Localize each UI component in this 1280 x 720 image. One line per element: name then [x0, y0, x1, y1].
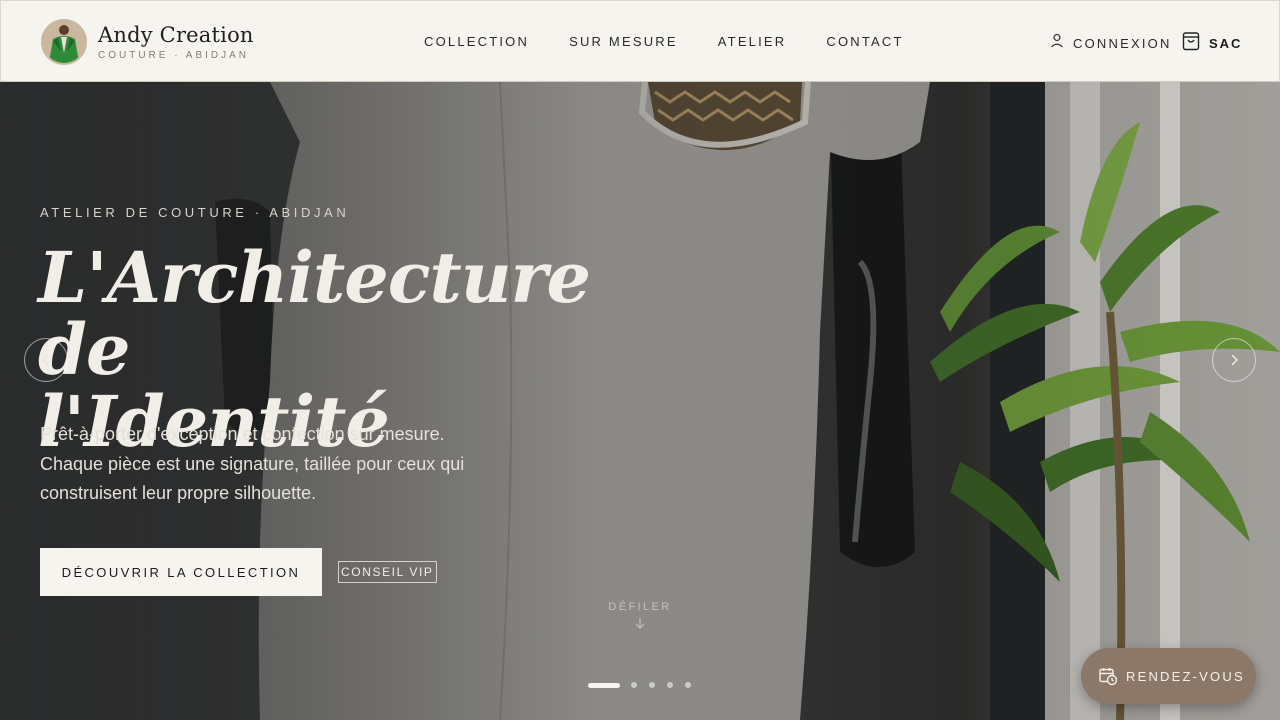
login-label: CONNEXION: [1073, 35, 1172, 51]
brand-logo-link[interactable]: Andy Creation COUTURE · ABIDJAN: [41, 19, 254, 65]
appointment-button[interactable]: RENDEZ-VOUS: [1081, 648, 1256, 704]
carousel-next-button[interactable]: [1212, 338, 1256, 382]
hero-headline-line1: L'Architecture de: [38, 236, 591, 391]
brand-avatar: [41, 19, 87, 65]
main-nav: COLLECTION SUR MESURE ATELIER CONTACT: [424, 34, 904, 49]
hero-subtext: Prêt-à-porter d'exception et confection …: [40, 424, 465, 503]
bag-button[interactable]: SAC: [1182, 31, 1242, 56]
shopping-bag-icon: [1182, 31, 1200, 56]
carousel-dot-3[interactable]: [649, 682, 655, 688]
hero-carousel: ATELIER DE COUTURE · ABIDJAN L'Architect…: [0, 82, 1280, 720]
bag-label: SAC: [1209, 36, 1243, 51]
nav-item-sur-mesure[interactable]: SUR MESURE: [569, 34, 678, 49]
scroll-label: DÉFILER: [608, 601, 672, 613]
login-link[interactable]: CONNEXION: [1050, 33, 1172, 53]
site-header: Andy Creation COUTURE · ABIDJAN COLLECTI…: [0, 0, 1280, 82]
carousel-pagination: [588, 682, 691, 688]
carousel-dot-4[interactable]: [667, 682, 673, 688]
appointment-label: RENDEZ-VOUS: [1126, 668, 1245, 684]
vip-advice-button[interactable]: CONSEIL VIP: [338, 561, 437, 583]
hero-eyebrow: ATELIER DE COUTURE · ABIDJAN: [40, 205, 350, 220]
scroll-hint[interactable]: DÉFILER: [600, 601, 680, 634]
arrow-down-icon: [635, 618, 645, 629]
carousel-dot-5[interactable]: [685, 682, 691, 688]
nav-item-atelier[interactable]: ATELIER: [718, 34, 787, 49]
calendar-clock-icon: [1099, 668, 1118, 686]
nav-item-collection[interactable]: COLLECTION: [424, 34, 529, 49]
discover-collection-button[interactable]: DÉCOUVRIR LA COLLECTION: [40, 548, 322, 596]
brand-name: Andy Creation: [98, 23, 254, 47]
brand-subtitle: COUTURE · ABIDJAN: [98, 50, 250, 61]
chevron-right-icon: [1231, 354, 1238, 366]
carousel-dot-1[interactable]: [588, 682, 620, 688]
carousel-dot-2[interactable]: [631, 682, 637, 688]
user-icon: [1050, 33, 1064, 53]
chevron-left-icon: [42, 354, 49, 366]
nav-item-contact[interactable]: CONTACT: [826, 34, 903, 49]
carousel-prev-button[interactable]: [24, 338, 68, 382]
